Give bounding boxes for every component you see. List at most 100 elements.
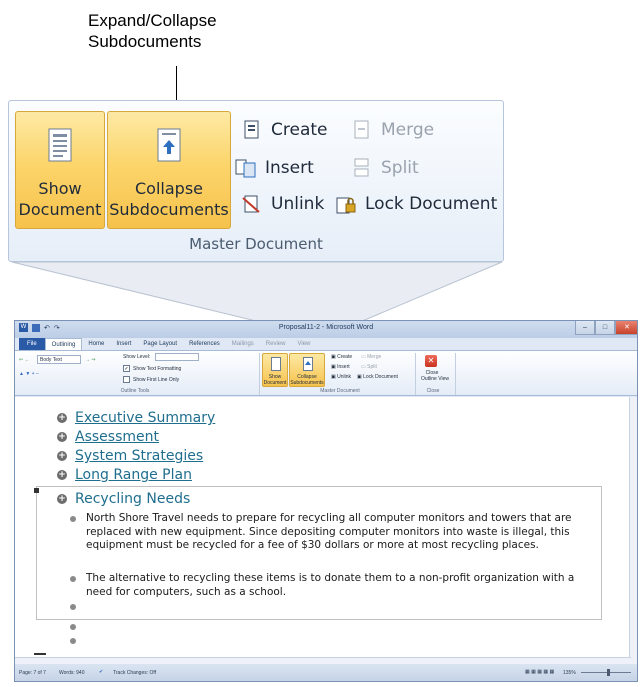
mini-lock-document-label: Lock Document (363, 374, 398, 380)
tab-page-layout[interactable]: Page Layout (137, 338, 183, 350)
create-button[interactable]: Create (241, 117, 328, 143)
show-document-line1: Show (38, 179, 82, 198)
tab-mailings[interactable]: Mailings (226, 338, 260, 350)
lock-icon (336, 197, 356, 214)
tab-references[interactable]: References (183, 338, 226, 350)
outline-heading-recycling-needs[interactable]: + Recycling Needs (57, 491, 190, 507)
status-words[interactable]: Words: 940 (59, 670, 84, 676)
outline-tools-group-label: Outline Tools (120, 388, 150, 394)
status-zoom[interactable]: 135% (563, 670, 576, 676)
unlink-label: Unlink (271, 194, 325, 214)
group-divider (415, 353, 416, 395)
screenshot-root: { "callout": { "line1": "Expand/Collapse… (0, 0, 641, 687)
expand-plus-icon[interactable]: + (57, 451, 67, 461)
group-divider (455, 353, 456, 395)
show-first-line-only-checkbox[interactable] (123, 376, 130, 383)
mini-lock-document-button[interactable]: ▣ Lock Document (357, 374, 398, 380)
mini-collapse-subdocuments-icon (303, 357, 313, 371)
insert-button[interactable]: Insert (235, 155, 314, 181)
heading-text: Assessment (75, 429, 159, 445)
merge-label: Merge (381, 120, 435, 140)
vertical-scrollbar[interactable] (629, 397, 637, 665)
close-window-button[interactable]: ✕ (615, 321, 637, 335)
tab-review[interactable]: Review (260, 338, 292, 350)
body-bullet[interactable] (70, 516, 76, 522)
outline-level-dropdown[interactable]: Body Text (37, 355, 81, 364)
mini-create-label: Create (337, 354, 353, 360)
unlink-icon (242, 195, 260, 213)
zoomed-master-document-group: Show Document Collapse Subdocuments Crea… (8, 100, 504, 262)
empty-bullet[interactable] (70, 638, 76, 644)
mini-show-document-button[interactable]: Show Document (262, 353, 288, 387)
unlink-button[interactable]: Unlink (241, 191, 324, 217)
merge-icon (354, 120, 369, 139)
show-text-formatting-checkbox[interactable]: ✓ (123, 365, 130, 372)
outline-heading-system-strategies[interactable]: + System Strategies (57, 448, 203, 464)
maximize-button[interactable]: □ (595, 321, 615, 335)
mini-collapse-line2: Subdocuments (290, 380, 324, 386)
proofing-icon[interactable]: ✔ (99, 669, 103, 675)
mini-merge-label: Merge (367, 354, 382, 360)
tab-view[interactable]: View (291, 338, 316, 350)
master-document-group-label: Master Document (189, 235, 323, 253)
status-page[interactable]: Page: 7 of 7 (19, 670, 46, 676)
close-outline-view-button[interactable]: Close Outline View (421, 370, 449, 382)
outline-level-value: Body Text (40, 357, 62, 363)
heading-text: Long Range Plan (75, 467, 192, 483)
mini-split-button[interactable]: ▭ Split (361, 364, 377, 370)
end-of-document-marker (34, 653, 46, 655)
collapse-subdocuments-button[interactable]: Collapse Subdocuments (107, 111, 231, 229)
close-group-label: Close (426, 388, 440, 394)
view-buttons[interactable]: ▦ ▦ ▦ ▦ ▦ (525, 669, 554, 675)
zoom-slider[interactable] (581, 672, 631, 673)
tab-outlining[interactable]: Outlining (44, 338, 83, 350)
close-outline-view-icon[interactable]: ✕ (425, 355, 437, 367)
heading-text: Executive Summary (75, 410, 216, 426)
empty-bullet[interactable] (70, 624, 76, 630)
show-level-dropdown[interactable] (155, 353, 199, 361)
minimize-button[interactable]: – (575, 321, 595, 335)
merge-button[interactable]: Merge (351, 117, 434, 143)
insert-label: Insert (265, 158, 314, 178)
insert-icon (235, 159, 256, 178)
split-label: Split (381, 158, 419, 178)
empty-bullet[interactable] (70, 604, 76, 610)
expand-plus-icon[interactable]: + (57, 470, 67, 480)
split-button[interactable]: Split (351, 155, 419, 181)
collapse-subdocuments-line1: Collapse (135, 179, 203, 198)
expand-plus-icon[interactable]: + (57, 413, 67, 423)
mini-create-button[interactable]: ▣ Create (331, 354, 352, 360)
demote-arrows-icon[interactable]: → ⇒ (85, 357, 96, 363)
status-track-changes[interactable]: Track Changes: Off (113, 670, 156, 676)
collapse-subdocuments-line2: Subdocuments (109, 200, 229, 219)
outline-heading-executive-summary[interactable]: + Executive Summary (57, 410, 215, 426)
close-outline-line2: Outline View (421, 376, 449, 382)
expand-plus-icon[interactable]: + (57, 494, 67, 504)
move-up-down-icon[interactable]: ▲ ▼ + – (19, 371, 39, 377)
heading-text: System Strategies (75, 448, 204, 464)
show-level-label: Show Level: (123, 354, 151, 360)
mini-unlink-label: Unlink (337, 374, 352, 380)
promote-arrows-icon[interactable]: ⇐ ← (19, 357, 30, 363)
tab-home[interactable]: Home (82, 338, 110, 350)
body-paragraph-2: The alternative to recycling these items… (86, 572, 575, 598)
mini-split-label: Split (367, 364, 377, 370)
zoom-slider-thumb[interactable] (607, 669, 610, 676)
ribbon: ⇐ ← Body Text → ⇒ ▲ ▼ + – Show Level: ✓ … (15, 350, 637, 396)
show-document-button[interactable]: Show Document (15, 111, 105, 229)
lock-document-label: Lock Document (365, 194, 498, 214)
tab-insert[interactable]: Insert (110, 338, 137, 350)
outline-heading-assessment[interactable]: + Assessment (57, 429, 159, 445)
heading-text: Recycling Needs (75, 491, 191, 507)
tab-file[interactable]: File (19, 338, 45, 350)
body-bullet[interactable] (70, 576, 76, 582)
mini-show-document-line2: Document (263, 380, 287, 386)
outline-heading-long-range-plan[interactable]: + Long Range Plan (57, 467, 192, 483)
ribbon-tabs: File Outlining Home Insert Page Layout R… (15, 338, 637, 350)
lock-document-button[interactable]: Lock Document (335, 191, 497, 217)
mini-collapse-subdocuments-button[interactable]: Collapse Subdocuments (289, 353, 325, 387)
mini-unlink-button[interactable]: ▣ Unlink (331, 374, 351, 380)
mini-insert-button[interactable]: ▣ Insert (331, 364, 350, 370)
expand-plus-icon[interactable]: + (57, 432, 67, 442)
mini-merge-button[interactable]: ▭ Merge (361, 354, 381, 360)
